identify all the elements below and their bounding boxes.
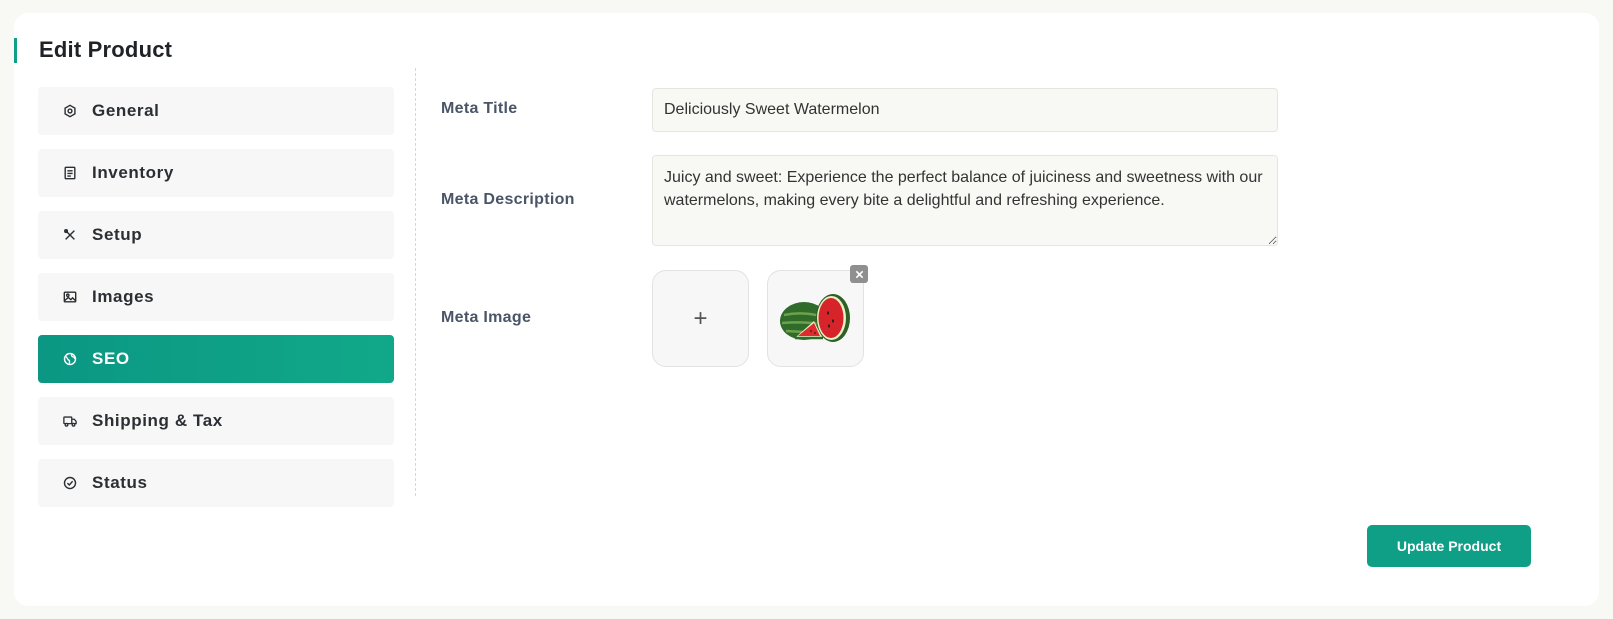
tab-label: SEO xyxy=(92,349,130,368)
truck-icon xyxy=(62,413,78,429)
tab-inventory[interactable]: Inventory xyxy=(38,149,394,197)
close-icon xyxy=(855,270,863,278)
hexagon-settings-icon xyxy=(62,103,78,119)
tab-label: Inventory xyxy=(92,163,174,182)
check-circle-icon xyxy=(62,475,78,491)
globe-icon xyxy=(62,351,78,367)
tab-status[interactable]: Status xyxy=(38,459,394,507)
plus-icon: + xyxy=(693,304,708,332)
update-product-button[interactable]: Update Product xyxy=(1367,525,1531,567)
tab-label: Images xyxy=(92,287,155,306)
meta-description-label: Meta Description xyxy=(441,191,575,208)
tab-label: Shipping & Tax xyxy=(92,411,223,430)
title-accent-bar xyxy=(14,38,17,63)
tabs-divider xyxy=(415,68,416,496)
meta-title-label: Meta Title xyxy=(441,100,518,117)
image-icon xyxy=(62,289,78,305)
tab-label: Status xyxy=(92,473,148,492)
meta-title-input[interactable] xyxy=(652,88,1278,132)
tab-shipping-tax[interactable]: Shipping & Tax xyxy=(38,397,394,445)
meta-image-label: Meta Image xyxy=(441,309,532,326)
remove-image-button[interactable] xyxy=(850,265,868,283)
product-tabs: General Inventory Setup Images SEO Shipp… xyxy=(38,87,394,521)
tab-setup[interactable]: Setup xyxy=(38,211,394,259)
tab-label: Setup xyxy=(92,225,143,244)
document-list-icon xyxy=(62,165,78,181)
tools-icon xyxy=(62,227,78,243)
add-image-button[interactable]: + xyxy=(652,270,749,367)
watermelon-image xyxy=(779,293,850,342)
tab-general[interactable]: General xyxy=(38,87,394,135)
page-title: Edit Product xyxy=(39,37,173,62)
tab-label: General xyxy=(92,101,160,120)
meta-image-preview xyxy=(767,270,864,367)
tab-seo[interactable]: SEO xyxy=(38,335,394,383)
tab-images[interactable]: Images xyxy=(38,273,394,321)
meta-description-textarea[interactable]: Juicy and sweet: Experience the perfect … xyxy=(652,155,1278,246)
